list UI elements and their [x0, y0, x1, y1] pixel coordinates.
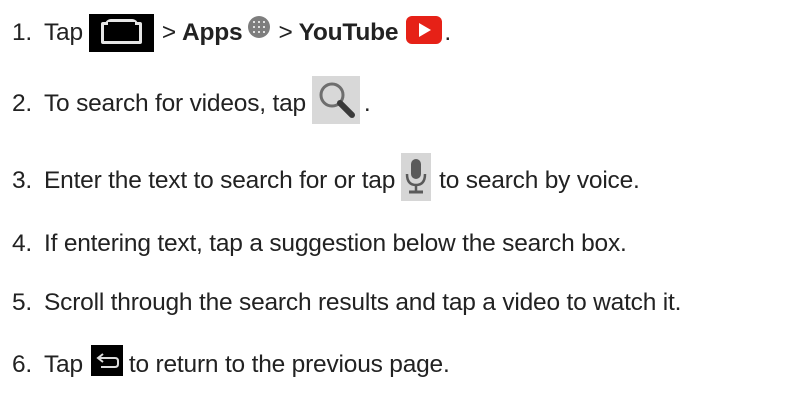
separator: > — [278, 19, 293, 46]
step-number: 4. — [12, 230, 33, 257]
youtube-icon — [406, 16, 443, 44]
separator: > — [161, 19, 177, 46]
search-icon — [311, 76, 360, 124]
step-number: 3. — [12, 167, 33, 194]
step-4: 4. If entering text, tap a suggestion be… — [12, 230, 627, 258]
youtube-label: YouTube — [298, 19, 399, 46]
step-text: Tap — [44, 19, 83, 46]
step-2: 2. To search for videos, tap . — [12, 76, 371, 128]
period: . — [363, 90, 371, 117]
period: . — [444, 19, 451, 46]
apps-label: Apps — [182, 19, 243, 46]
home-icon — [88, 14, 154, 52]
back-icon — [90, 345, 123, 376]
step-6: 6. Tap to return to the previous page. — [12, 345, 450, 380]
step-1: 1. Tap > Apps > YouTube . — [12, 14, 451, 52]
instruction-list: 1. Tap > Apps > YouTube . 2. To search f… — [0, 0, 797, 408]
step-text: If entering text, tap a suggestion below… — [44, 230, 627, 257]
step-number: 2. — [12, 90, 33, 117]
step-5: 5. Scroll through the search results and… — [12, 289, 681, 317]
step-number: 6. — [12, 350, 33, 378]
step-number: 5. — [12, 289, 33, 316]
step-3: 3. Enter the text to search for or tap t… — [12, 153, 640, 205]
step-text: to search by voice. — [439, 167, 640, 194]
step-text: Tap — [44, 350, 83, 378]
step-text: to return to the previous page. — [128, 350, 450, 378]
microphone-icon — [401, 153, 432, 201]
apps-icon — [248, 16, 271, 38]
step-text: Scroll through the search results and ta… — [44, 289, 682, 316]
step-text: To search for videos, tap — [44, 90, 306, 117]
step-number: 1. — [12, 19, 33, 46]
step-text: Enter the text to search for or tap — [44, 167, 396, 194]
